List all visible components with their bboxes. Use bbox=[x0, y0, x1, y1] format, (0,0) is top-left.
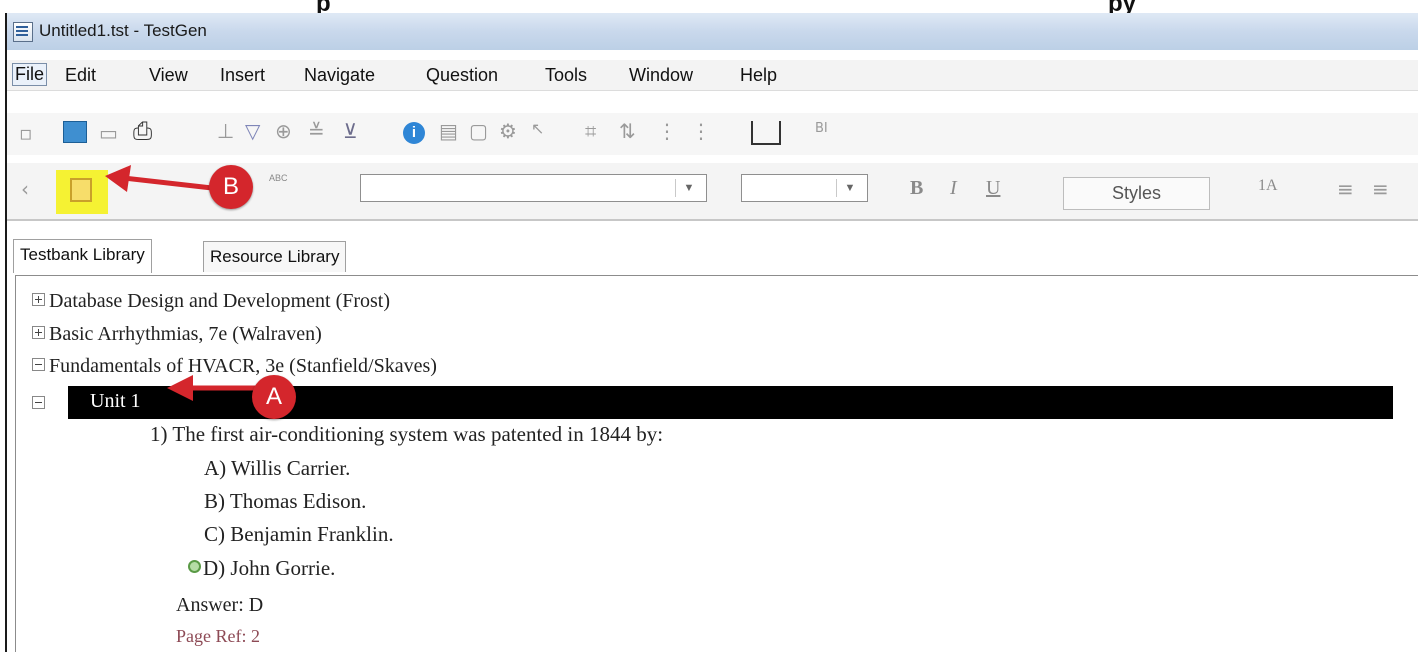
annotation-callout-a: A bbox=[252, 375, 296, 419]
testgen-window: Untitled1.tst - TestGen File Edit View I… bbox=[5, 13, 1418, 652]
tab-testbank-library[interactable]: Testbank Library bbox=[13, 239, 152, 273]
annotation-callout-b: B bbox=[209, 165, 253, 209]
annotation-arrows bbox=[105, 165, 275, 401]
